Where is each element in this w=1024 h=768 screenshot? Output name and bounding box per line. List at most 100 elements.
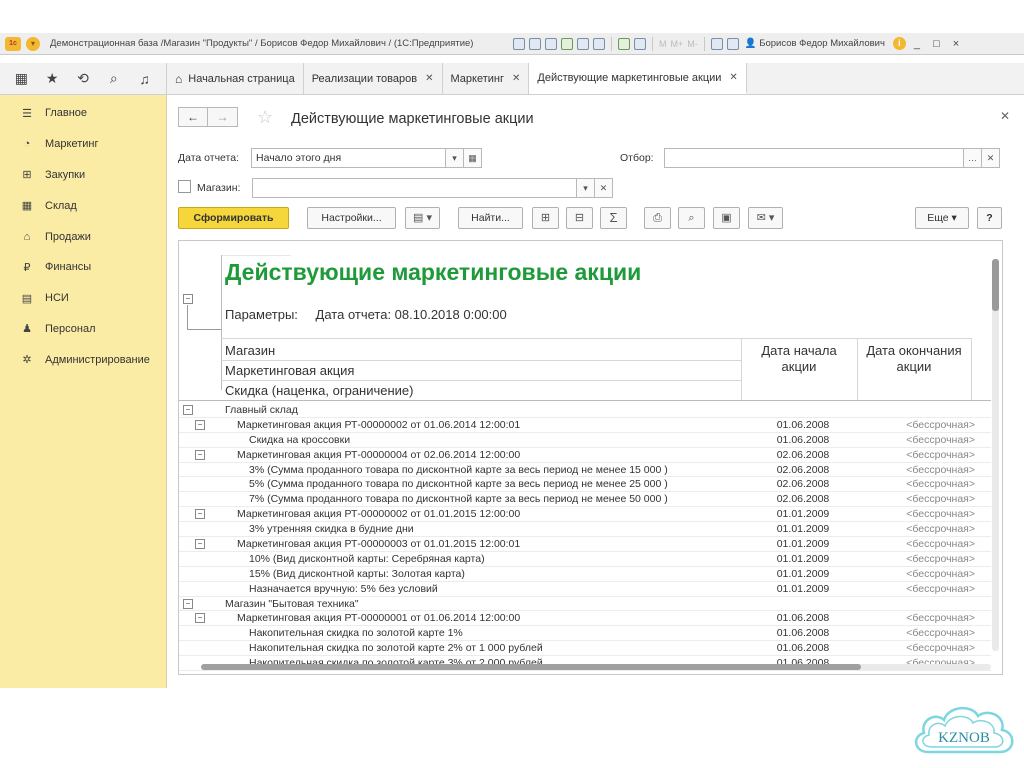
sidebar-item-finance[interactable]: ₽ Финансы [0,252,166,283]
save-icon[interactable]: ▣ [713,207,740,229]
zoom-icon[interactable] [710,37,723,50]
collapse-group-icon[interactable]: − [195,509,205,520]
generate-button[interactable]: Сформировать [178,207,289,229]
action-row[interactable]: − Маркетинговая акция РТ-00000002 от 01.0… [179,507,991,523]
toolbar-divider [652,36,653,51]
table-row[interactable]: Накопительная скидка по золотой карте 1%… [179,626,991,642]
scroll-thumb[interactable] [201,664,861,670]
favorite-star-icon[interactable]: ☆ [257,107,273,128]
scroll-thumb[interactable] [992,259,999,311]
sidebar-item-warehouse[interactable]: ▦ Склад [0,190,166,221]
preview-icon[interactable]: ⌕ [678,207,705,229]
history-icon[interactable]: ⟲ [74,70,92,87]
store-checkbox[interactable] [178,180,191,193]
window-controls[interactable]: _ □ × [914,38,964,50]
close-icon[interactable]: ✕ [425,73,433,84]
report-date-field[interactable]: Начало этого дня [251,148,446,168]
tab-home[interactable]: ⌂ Начальная страница [167,63,304,94]
row-name: Скидка на кроссовки [249,433,351,446]
sidebar-item-main[interactable]: ☰ Главное [0,98,166,129]
collapse-group-icon[interactable]: − [183,405,193,415]
settings-button[interactable]: Настройки... [307,207,396,229]
vertical-scrollbar[interactable] [992,259,999,651]
copy-icon[interactable] [577,37,589,50]
warehouse-icon: ▦ [21,200,33,213]
print-icon[interactable]: ⎙ [644,207,671,229]
help-button[interactable]: ? [977,207,1002,229]
table-row[interactable]: 3% (Сумма проданного товара по дисконтно… [179,463,991,478]
action-row[interactable]: − Маркетинговая акция РТ-00000002 от 01.0… [179,418,991,433]
sum-button[interactable]: Σ [600,207,627,229]
variant-menu-button[interactable]: ▤ ▾ [405,207,440,229]
table-row[interactable]: 7% (Сумма проданного товара по дисконтно… [179,492,991,508]
sidebar-item-nsi[interactable]: ▤ НСИ [0,283,166,314]
paste-icon[interactable] [593,37,605,50]
window-layout-icon[interactable] [726,37,739,50]
group-row[interactable]: − Магазин "Бытовая техника" [179,597,991,612]
spreadsheet-icon[interactable] [618,37,630,50]
horizontal-scrollbar[interactable] [201,664,991,670]
ellipsis-icon[interactable]: … [964,148,982,168]
tab-sales[interactable]: Реализации товаров ✕ [304,63,443,94]
send-email-icon[interactable]: ✉ ▾ [748,207,783,229]
dropdown-icon[interactable]: ▾ [446,148,464,168]
table-row[interactable]: 15% (Вид дисконтной карты: Золотая карта… [179,567,991,582]
memory-plus-button[interactable]: M+ [671,39,684,49]
current-user[interactable]: 👤 Борисов Федор Михайлович [745,38,885,49]
table-row[interactable]: 5% (Сумма проданного товара по дисконтно… [179,477,991,493]
table-row[interactable]: Накопительная скидка по золотой карте 2%… [179,641,991,657]
collapse-group-icon[interactable]: − [195,419,205,430]
collapse-group-icon[interactable]: − [183,294,193,304]
info-icon[interactable]: i [892,37,906,50]
more-button[interactable]: Еще ▾ [915,207,969,229]
search-icon[interactable]: ⌕ [105,70,123,87]
link-icon[interactable] [561,37,573,50]
store-field[interactable] [252,178,577,198]
save-icon[interactable] [513,37,525,50]
favorites-star-icon[interactable]: ★ [43,70,61,87]
collapse-group-icon[interactable]: − [195,449,205,460]
filter-field[interactable] [664,148,964,168]
table-row[interactable]: Скидка на кроссовки 01.06.2008 <бессрочная… [179,433,991,448]
collapse-group-icon[interactable]: − [195,539,205,550]
forward-button[interactable]: → [208,107,238,127]
sidebar-item-marketing[interactable]: ◔ Маркетинг [0,129,166,160]
memory-minus-button[interactable]: M- [687,39,698,49]
print-icon[interactable] [529,37,541,50]
sections-grid-icon[interactable]: ▦ [12,70,30,87]
sidebar-item-administration[interactable]: ✲ Администрирование [0,344,166,375]
main-menu-icon[interactable]: ▾ [26,36,40,51]
close-icon[interactable]: ✕ [512,73,520,84]
collapse-group-icon[interactable]: − [183,598,193,609]
table-row[interactable]: 10% (Вид дисконтной карты: Серебряная ка… [179,552,991,567]
sidebar-item-purchases[interactable]: ⊞ Закупки [0,160,166,191]
clear-icon[interactable]: ✕ [982,148,1000,168]
action-row[interactable]: − Маркетинговая акция РТ-00000004 от 02.0… [179,448,991,463]
sidebar-item-personnel[interactable]: ♟ Персонал [0,314,166,345]
sidebar-item-sales[interactable]: ⌂ Продажи [0,221,166,252]
calendar-icon[interactable] [634,37,646,50]
close-icon[interactable]: ✕ [729,72,737,83]
group-row[interactable]: − Главный склад [179,403,991,418]
collapse-group-icon[interactable]: − [195,613,205,624]
find-button[interactable]: Найти... [458,207,523,229]
expand-groups-icon[interactable]: ⊞ [532,207,559,229]
tab-marketing[interactable]: Маркетинг ✕ [443,63,530,94]
row-name: 3% утренняя скидка в будние дни [249,523,414,536]
dropdown-icon[interactable]: ▾ [577,178,595,198]
bell-icon[interactable]: ♫ [136,71,154,87]
table-row[interactable]: Назначается вручную: 5% без условий 01.01… [179,582,991,597]
back-button[interactable]: ← [178,107,208,127]
table-row[interactable]: 3% утренняя скидка в будние дни 01.01.200… [179,522,991,538]
preview-icon[interactable] [545,37,557,50]
calendar-picker-icon[interactable]: ▦ [464,148,482,168]
ruble-icon: ₽ [23,261,31,274]
collapse-groups-icon[interactable]: ⊟ [566,207,593,229]
tab-active-marketing-actions[interactable]: Действующие маркетинговые акции ✕ [529,63,747,94]
action-row[interactable]: − Маркетинговая акция РТ-00000003 от 01.0… [179,537,991,552]
action-row[interactable]: − Маркетинговая акция РТ-00000001 от 01.0… [179,611,991,627]
close-form-button[interactable]: ✕ [1000,109,1010,123]
memory-button[interactable]: M [659,39,667,49]
clear-icon[interactable]: ✕ [595,178,613,198]
report-spreadsheet[interactable]: − Действующие маркетинговые акции Параме… [178,240,1003,675]
